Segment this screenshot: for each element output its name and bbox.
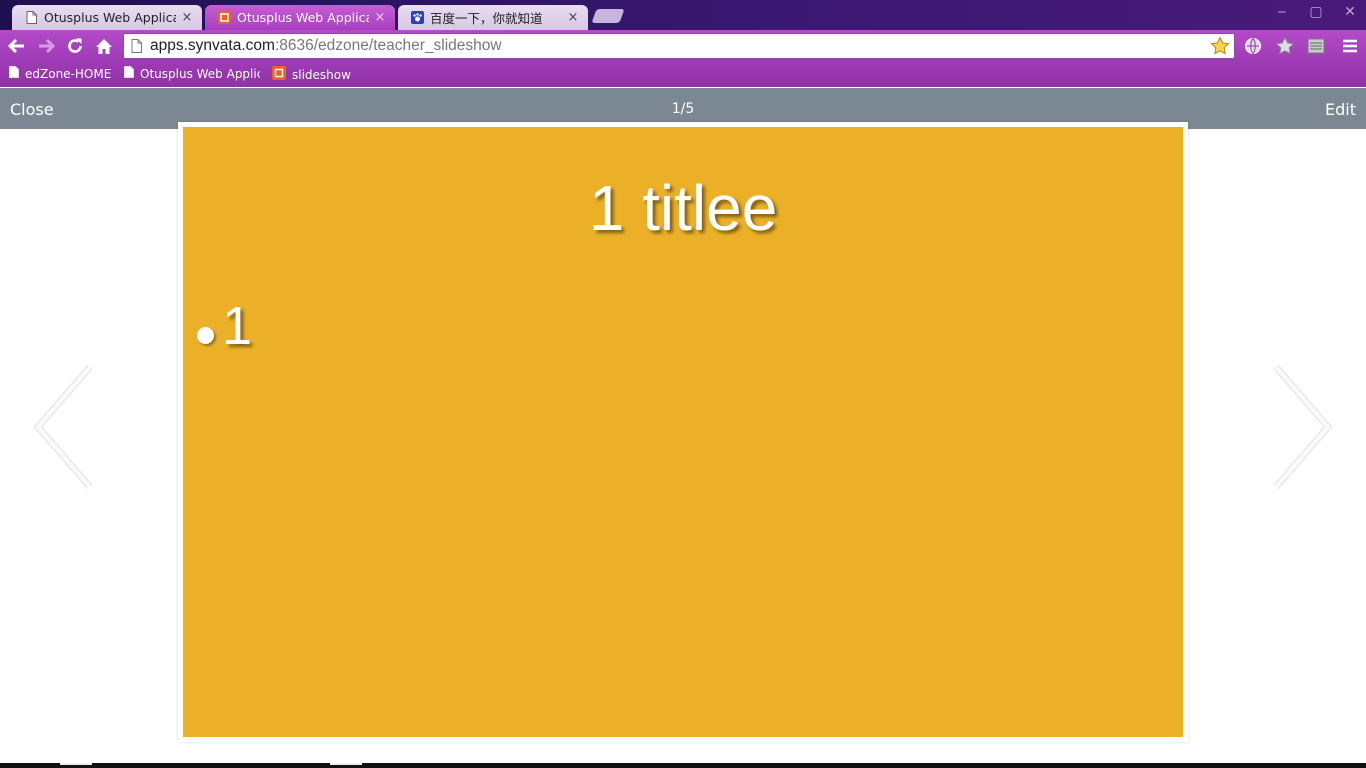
extension-globe-icon[interactable] [1243, 36, 1263, 56]
tab-close-icon[interactable]: × [373, 10, 387, 25]
bottom-mark [60, 763, 92, 765]
address-bar[interactable]: apps.synvata.com:8636/edzone/teacher_sli… [123, 33, 1235, 59]
bookmarks-bar: edZone-HOME Otusplus Web Applic slidesho… [0, 62, 1366, 87]
new-tab-button[interactable] [591, 9, 625, 23]
edit-button[interactable]: Edit [1325, 100, 1356, 119]
bookmark-label: slideshow [292, 67, 351, 82]
browser-toolbar: apps.synvata.com:8636/edzone/teacher_sli… [0, 30, 1366, 62]
tab-label: Otusplus Web Application [44, 10, 176, 25]
next-slide-chevron-icon[interactable] [1272, 364, 1342, 490]
bookmark-label: Otusplus Web Applic [140, 66, 260, 81]
browser-tab-1[interactable]: Otusplus Web Application × [12, 5, 202, 30]
browser-tab-3[interactable]: 百度一下，你就知道 × [398, 5, 588, 30]
extension-keyboard-icon[interactable] [1306, 36, 1326, 56]
bookmark-otusplus[interactable]: Otusplus Web Applic [124, 66, 260, 81]
bookmark-label: edZone-HOME [25, 66, 112, 81]
bottom-edge [0, 763, 1366, 768]
bookmark-edzone-home[interactable]: edZone-HOME [9, 66, 111, 81]
tab-close-icon[interactable]: × [180, 10, 194, 25]
bullet-dot-icon [197, 326, 214, 344]
page-icon [9, 66, 19, 81]
slideshow-favicon [272, 66, 286, 83]
extension-star-icon[interactable] [1275, 36, 1295, 56]
home-icon[interactable] [94, 36, 114, 56]
tab-label: Otusplus Web Application [237, 10, 369, 25]
close-button[interactable]: Close [10, 100, 54, 119]
slide-frame: 1 titlee 1 [178, 122, 1188, 742]
bookmark-star-icon[interactable] [1210, 36, 1230, 61]
minimize-icon[interactable]: ‒ [1274, 4, 1290, 20]
forward-icon[interactable] [36, 36, 56, 56]
slide-counter: 1/5 [671, 101, 695, 117]
page-icon [131, 39, 142, 58]
browser-tabstrip: Otusplus Web Application × Otusplus Web … [0, 0, 1366, 30]
maximize-icon[interactable]: ▢ [1308, 4, 1324, 20]
slide-bullet-item: 1 [197, 295, 252, 357]
url-host: apps.synvata.com [150, 37, 275, 54]
bookmark-slideshow[interactable]: slideshow [272, 66, 351, 83]
slide: 1 titlee 1 [183, 127, 1183, 737]
menu-icon[interactable] [1340, 36, 1360, 56]
bottom-mark [330, 763, 362, 765]
previous-slide-chevron-icon[interactable] [24, 364, 94, 490]
page-icon [24, 11, 38, 25]
window-controls: ‒ ▢ ✕ [1274, 4, 1358, 20]
window-close-icon[interactable]: ✕ [1342, 4, 1358, 20]
baidu-paw-icon [410, 11, 424, 25]
reload-icon[interactable] [65, 36, 85, 56]
back-icon[interactable] [7, 36, 27, 56]
browser-tab-2[interactable]: Otusplus Web Application × [205, 5, 395, 30]
slide-counter-wrap: 1/5 [0, 101, 1366, 117]
slide-bullet-text: 1 [222, 296, 253, 356]
tab-close-icon[interactable]: × [566, 10, 580, 25]
page-icon [124, 66, 134, 81]
slide-title: 1 titlee [588, 172, 778, 244]
url-path: :8636/edzone/teacher_slideshow [274, 37, 502, 54]
tab-label: 百度一下，你就知道 [430, 11, 543, 26]
slideshow-favicon [217, 11, 231, 25]
